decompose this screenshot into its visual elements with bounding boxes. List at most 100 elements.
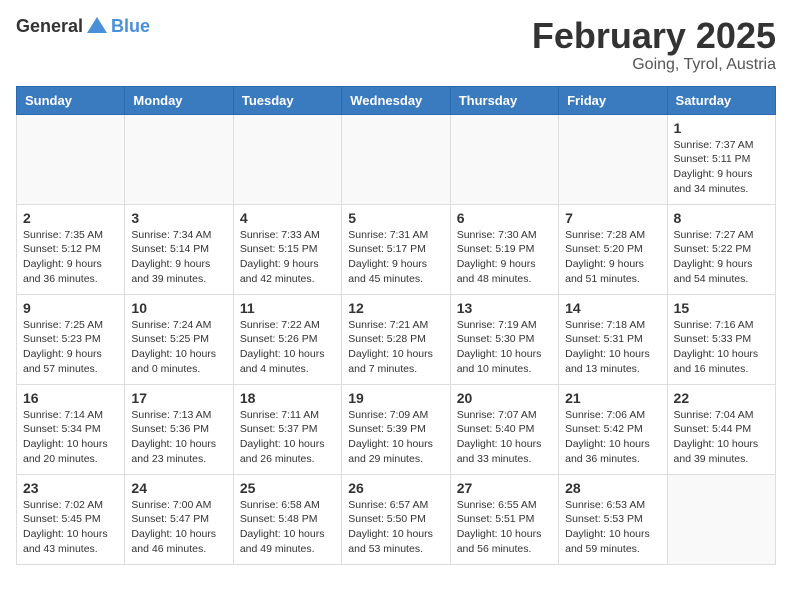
calendar-column-header: Sunday	[17, 86, 125, 114]
day-info: Sunrise: 7:22 AM Sunset: 5:26 PM Dayligh…	[240, 318, 335, 377]
day-number: 21	[565, 390, 660, 406]
day-info: Sunrise: 7:07 AM Sunset: 5:40 PM Dayligh…	[457, 408, 552, 467]
calendar-cell: 5 Sunrise: 7:31 AM Sunset: 5:17 PM Daylig…	[342, 204, 450, 294]
month-title: February 2025	[532, 16, 776, 56]
calendar-cell: 4 Sunrise: 7:33 AM Sunset: 5:15 PM Daylig…	[233, 204, 341, 294]
day-info: Sunrise: 7:21 AM Sunset: 5:28 PM Dayligh…	[348, 318, 443, 377]
day-number: 6	[457, 210, 552, 226]
day-number: 4	[240, 210, 335, 226]
calendar-cell: 8 Sunrise: 7:27 AM Sunset: 5:22 PM Daylig…	[667, 204, 775, 294]
calendar-cell: 10 Sunrise: 7:24 AM Sunset: 5:25 PM Dayli…	[125, 294, 233, 384]
day-info: Sunrise: 7:31 AM Sunset: 5:17 PM Dayligh…	[348, 228, 443, 287]
day-number: 17	[131, 390, 226, 406]
calendar-column-header: Thursday	[450, 86, 558, 114]
day-info: Sunrise: 7:34 AM Sunset: 5:14 PM Dayligh…	[131, 228, 226, 287]
day-number: 18	[240, 390, 335, 406]
day-number: 13	[457, 300, 552, 316]
calendar-cell: 17 Sunrise: 7:13 AM Sunset: 5:36 PM Dayli…	[125, 384, 233, 474]
day-info: Sunrise: 7:25 AM Sunset: 5:23 PM Dayligh…	[23, 318, 118, 377]
day-number: 2	[23, 210, 118, 226]
calendar-cell: 22 Sunrise: 7:04 AM Sunset: 5:44 PM Dayli…	[667, 384, 775, 474]
day-number: 22	[674, 390, 769, 406]
day-number: 12	[348, 300, 443, 316]
day-info: Sunrise: 6:57 AM Sunset: 5:50 PM Dayligh…	[348, 498, 443, 557]
calendar-cell: 18 Sunrise: 7:11 AM Sunset: 5:37 PM Dayli…	[233, 384, 341, 474]
calendar-cell: 6 Sunrise: 7:30 AM Sunset: 5:19 PM Daylig…	[450, 204, 558, 294]
day-info: Sunrise: 7:18 AM Sunset: 5:31 PM Dayligh…	[565, 318, 660, 377]
day-number: 8	[674, 210, 769, 226]
logo-general: General	[16, 16, 83, 37]
calendar-cell: 15Sunrise: 7:16 AM Sunset: 5:33 PM Dayli…	[667, 294, 775, 384]
calendar-cell: 3 Sunrise: 7:34 AM Sunset: 5:14 PM Daylig…	[125, 204, 233, 294]
day-number: 20	[457, 390, 552, 406]
day-info: Sunrise: 7:02 AM Sunset: 5:45 PM Dayligh…	[23, 498, 118, 557]
day-info: Sunrise: 7:11 AM Sunset: 5:37 PM Dayligh…	[240, 408, 335, 467]
calendar-cell: 19 Sunrise: 7:09 AM Sunset: 5:39 PM Dayli…	[342, 384, 450, 474]
day-info: Sunrise: 7:30 AM Sunset: 5:19 PM Dayligh…	[457, 228, 552, 287]
calendar-column-header: Monday	[125, 86, 233, 114]
calendar-cell	[667, 474, 775, 564]
calendar-cell: 26 Sunrise: 6:57 AM Sunset: 5:50 PM Dayli…	[342, 474, 450, 564]
calendar-column-header: Wednesday	[342, 86, 450, 114]
calendar-cell: 14 Sunrise: 7:18 AM Sunset: 5:31 PM Dayli…	[559, 294, 667, 384]
calendar-table: SundayMondayTuesdayWednesdayThursdayFrid…	[16, 86, 776, 565]
day-info: Sunrise: 7:24 AM Sunset: 5:25 PM Dayligh…	[131, 318, 226, 377]
logo-blue: Blue	[111, 16, 150, 37]
day-number: 7	[565, 210, 660, 226]
calendar-week-row: 16Sunrise: 7:14 AM Sunset: 5:34 PM Dayli…	[17, 384, 776, 474]
day-info: Sunrise: 7:33 AM Sunset: 5:15 PM Dayligh…	[240, 228, 335, 287]
day-info: Sunrise: 6:53 AM Sunset: 5:53 PM Dayligh…	[565, 498, 660, 557]
day-number: 24	[131, 480, 226, 496]
day-number: 14	[565, 300, 660, 316]
day-info: Sunrise: 7:35 AM Sunset: 5:12 PM Dayligh…	[23, 228, 118, 287]
day-info: Sunrise: 7:27 AM Sunset: 5:22 PM Dayligh…	[674, 228, 769, 287]
calendar-cell: 24 Sunrise: 7:00 AM Sunset: 5:47 PM Dayli…	[125, 474, 233, 564]
day-number: 11	[240, 300, 335, 316]
day-info: Sunrise: 7:16 AM Sunset: 5:33 PM Dayligh…	[674, 318, 769, 377]
calendar-cell: 12 Sunrise: 7:21 AM Sunset: 5:28 PM Dayli…	[342, 294, 450, 384]
calendar-cell: 13 Sunrise: 7:19 AM Sunset: 5:30 PM Dayli…	[450, 294, 558, 384]
calendar-cell	[17, 114, 125, 204]
calendar-cell: 27 Sunrise: 6:55 AM Sunset: 5:51 PM Dayli…	[450, 474, 558, 564]
day-number: 9	[23, 300, 118, 316]
day-info: Sunrise: 6:55 AM Sunset: 5:51 PM Dayligh…	[457, 498, 552, 557]
day-info: Sunrise: 7:09 AM Sunset: 5:39 PM Dayligh…	[348, 408, 443, 467]
logo: General Blue	[16, 16, 150, 37]
calendar-cell	[125, 114, 233, 204]
calendar-cell: 25 Sunrise: 6:58 AM Sunset: 5:48 PM Dayli…	[233, 474, 341, 564]
day-number: 1	[674, 120, 769, 136]
day-number: 10	[131, 300, 226, 316]
title-block: February 2025 Going, Tyrol, Austria	[532, 16, 776, 74]
day-info: Sunrise: 7:28 AM Sunset: 5:20 PM Dayligh…	[565, 228, 660, 287]
calendar-column-header: Friday	[559, 86, 667, 114]
day-number: 28	[565, 480, 660, 496]
calendar-cell: 11 Sunrise: 7:22 AM Sunset: 5:26 PM Dayli…	[233, 294, 341, 384]
logo-icon	[85, 15, 109, 35]
day-number: 3	[131, 210, 226, 226]
day-info: Sunrise: 7:06 AM Sunset: 5:42 PM Dayligh…	[565, 408, 660, 467]
day-info: Sunrise: 6:58 AM Sunset: 5:48 PM Dayligh…	[240, 498, 335, 557]
day-number: 23	[23, 480, 118, 496]
calendar-column-header: Saturday	[667, 86, 775, 114]
calendar-cell: 20 Sunrise: 7:07 AM Sunset: 5:40 PM Dayli…	[450, 384, 558, 474]
day-info: Sunrise: 7:19 AM Sunset: 5:30 PM Dayligh…	[457, 318, 552, 377]
calendar-cell	[233, 114, 341, 204]
calendar-column-header: Tuesday	[233, 86, 341, 114]
calendar-cell: 2 Sunrise: 7:35 AM Sunset: 5:12 PM Daylig…	[17, 204, 125, 294]
day-info: Sunrise: 7:13 AM Sunset: 5:36 PM Dayligh…	[131, 408, 226, 467]
day-number: 26	[348, 480, 443, 496]
calendar-week-row: 9 Sunrise: 7:25 AM Sunset: 5:23 PM Daylig…	[17, 294, 776, 384]
calendar-cell: 16Sunrise: 7:14 AM Sunset: 5:34 PM Dayli…	[17, 384, 125, 474]
day-number: 27	[457, 480, 552, 496]
calendar-cell: 28 Sunrise: 6:53 AM Sunset: 5:53 PM Dayli…	[559, 474, 667, 564]
day-info: Sunrise: 7:04 AM Sunset: 5:44 PM Dayligh…	[674, 408, 769, 467]
day-number: 19	[348, 390, 443, 406]
day-info: Sunrise: 7:14 AM Sunset: 5:34 PM Dayligh…	[23, 408, 118, 467]
location-title: Going, Tyrol, Austria	[532, 56, 776, 74]
calendar-cell	[450, 114, 558, 204]
calendar-cell: 9 Sunrise: 7:25 AM Sunset: 5:23 PM Daylig…	[17, 294, 125, 384]
day-number: 25	[240, 480, 335, 496]
day-number: 5	[348, 210, 443, 226]
calendar-header-row: SundayMondayTuesdayWednesdayThursdayFrid…	[17, 86, 776, 114]
day-info: Sunrise: 7:00 AM Sunset: 5:47 PM Dayligh…	[131, 498, 226, 557]
